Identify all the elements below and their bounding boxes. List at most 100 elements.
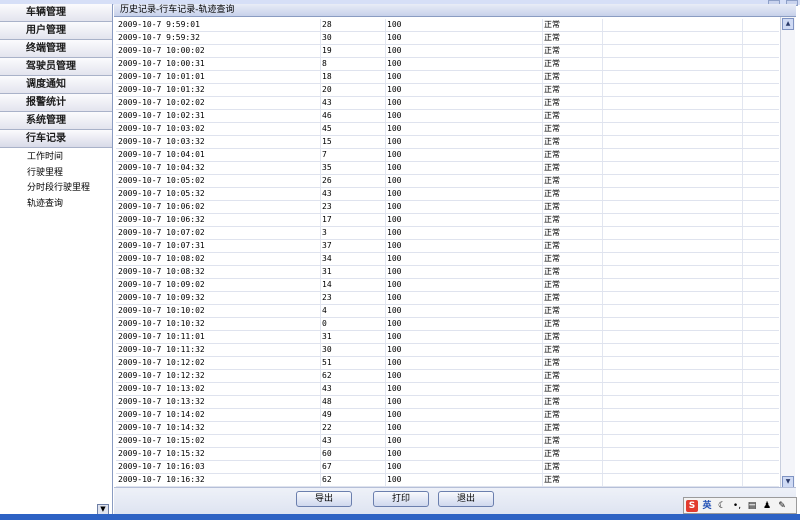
ime-language-toggle[interactable]: 英 <box>701 500 713 512</box>
table-row[interactable]: 2009-10-7 10:16:32 62 100 正常 <box>116 474 779 487</box>
sidebar-item-vehicle-management[interactable]: 车辆管理 <box>0 4 112 22</box>
record-time: 2009-10-7 10:09:02 <box>118 280 205 289</box>
submenu-item-mileage[interactable]: 行驶里程 <box>0 166 112 182</box>
record-value: 100 <box>387 176 402 185</box>
sidebar-item-terminal-management[interactable]: 终端管理 <box>0 40 112 58</box>
table-row[interactable]: 2009-10-7 10:04:32 35 100 正常 <box>116 162 779 175</box>
table-row[interactable]: 2009-10-7 10:08:02 34 100 正常 <box>116 253 779 266</box>
table-row[interactable]: 2009-10-7 10:03:32 15 100 正常 <box>116 136 779 149</box>
record-value: 100 <box>387 202 402 211</box>
record-value: 100 <box>387 449 402 458</box>
record-status: 正常 <box>544 111 560 120</box>
vertical-scrollbar[interactable]: ▲ ▼ <box>780 17 795 489</box>
table-row[interactable]: 2009-10-7 10:15:32 60 100 正常 <box>116 448 779 461</box>
table-row[interactable]: 2009-10-7 10:12:02 51 100 正常 <box>116 357 779 370</box>
table-row[interactable]: 2009-10-7 10:13:32 48 100 正常 <box>116 396 779 409</box>
record-speed: 46 <box>322 111 332 120</box>
record-status: 正常 <box>544 358 560 367</box>
sogou-s-icon[interactable]: S <box>686 499 698 512</box>
table-row[interactable]: 2009-10-7 10:09:02 14 100 正常 <box>116 279 779 292</box>
table-row[interactable]: 2009-10-7 10:06:32 17 100 正常 <box>116 214 779 227</box>
table-row[interactable]: 2009-10-7 10:02:02 43 100 正常 <box>116 97 779 110</box>
record-time: 2009-10-7 10:10:02 <box>118 306 205 315</box>
table-row[interactable]: 2009-10-7 10:07:31 37 100 正常 <box>116 240 779 253</box>
table-row[interactable]: 2009-10-7 10:00:02 19 100 正常 <box>116 45 779 58</box>
record-speed: 30 <box>322 345 332 354</box>
record-time: 2009-10-7 10:00:31 <box>118 59 205 68</box>
record-speed: 51 <box>322 358 332 367</box>
record-status: 正常 <box>544 306 560 315</box>
record-value: 100 <box>387 228 402 237</box>
submenu-item-track-query[interactable]: 轨迹查询 <box>0 197 112 213</box>
record-value: 100 <box>387 319 402 328</box>
table-row[interactable]: 2009-10-7 9:59:01 28 100 正常 <box>116 19 779 32</box>
record-status: 正常 <box>544 423 560 432</box>
record-time: 2009-10-7 10:11:01 <box>118 332 205 341</box>
table-row[interactable]: 2009-10-7 10:16:03 67 100 正常 <box>116 461 779 474</box>
record-speed: 22 <box>322 423 332 432</box>
table-row[interactable]: 2009-10-7 10:07:02 3 100 正常 <box>116 227 779 240</box>
table-row[interactable]: 2009-10-7 10:08:32 31 100 正常 <box>116 266 779 279</box>
table-row[interactable]: 2009-10-7 10:03:02 45 100 正常 <box>116 123 779 136</box>
sidebar-item-system-management[interactable]: 系统管理 <box>0 112 112 130</box>
table-row[interactable]: 2009-10-7 10:05:32 43 100 正常 <box>116 188 779 201</box>
table-row[interactable]: 2009-10-7 10:10:02 4 100 正常 <box>116 305 779 318</box>
table-row[interactable]: 2009-10-7 10:11:32 30 100 正常 <box>116 344 779 357</box>
record-speed: 45 <box>322 124 332 133</box>
wrench-icon[interactable]: ✎ <box>776 500 788 512</box>
table-row[interactable]: 2009-10-7 10:00:31 8 100 正常 <box>116 58 779 71</box>
table-row[interactable]: 2009-10-7 10:15:02 43 100 正常 <box>116 435 779 448</box>
sidebar-item-user-management[interactable]: 用户管理 <box>0 22 112 40</box>
record-value: 100 <box>387 293 402 302</box>
record-value: 100 <box>387 358 402 367</box>
record-time: 2009-10-7 10:12:02 <box>118 358 205 367</box>
submenu-item-period-mileage[interactable]: 分时段行驶里程 <box>0 181 112 197</box>
track-records-table: 2009-10-7 9:59:01 28 100 正常 2009-10-7 9:59:3… <box>116 19 779 487</box>
table-row[interactable]: 2009-10-7 10:11:01 31 100 正常 <box>116 331 779 344</box>
table-row[interactable]: 2009-10-7 10:13:02 43 100 正常 <box>116 383 779 396</box>
table-row[interactable]: 2009-10-7 10:06:02 23 100 正常 <box>116 201 779 214</box>
table-row[interactable]: 2009-10-7 10:04:01 7 100 正常 <box>116 149 779 162</box>
record-speed: 62 <box>322 475 332 484</box>
taskbar <box>0 514 800 520</box>
record-time: 2009-10-7 10:04:32 <box>118 163 205 172</box>
table-row[interactable]: 2009-10-7 10:14:32 22 100 正常 <box>116 422 779 435</box>
record-speed: 43 <box>322 98 332 107</box>
export-button[interactable]: 导出 <box>296 491 352 507</box>
record-value: 100 <box>387 267 402 276</box>
table-row[interactable]: 2009-10-7 9:59:32 30 100 正常 <box>116 32 779 45</box>
print-button[interactable]: 打印 <box>373 491 429 507</box>
record-speed: 14 <box>322 280 332 289</box>
record-time: 2009-10-7 10:03:02 <box>118 124 205 133</box>
scroll-up-icon[interactable]: ▲ <box>782 18 794 30</box>
table-row[interactable]: 2009-10-7 10:10:32 0 100 正常 <box>116 318 779 331</box>
keyboard-icon[interactable]: ▤ <box>746 500 758 512</box>
record-status: 正常 <box>544 449 560 458</box>
record-time: 2009-10-7 10:07:02 <box>118 228 205 237</box>
record-speed: 26 <box>322 176 332 185</box>
table-row[interactable]: 2009-10-7 10:09:32 23 100 正常 <box>116 292 779 305</box>
table-row[interactable]: 2009-10-7 10:05:02 26 100 正常 <box>116 175 779 188</box>
table-row[interactable]: 2009-10-7 10:01:01 18 100 正常 <box>116 71 779 84</box>
sidebar-item-driver-management[interactable]: 驾驶员管理 <box>0 58 112 76</box>
record-speed: 28 <box>322 20 332 29</box>
record-value: 100 <box>387 436 402 445</box>
user-icon[interactable]: ♟ <box>761 500 773 512</box>
table-row[interactable]: 2009-10-7 10:01:32 20 100 正常 <box>116 84 779 97</box>
submenu-item-work-time[interactable]: 工作时间 <box>0 150 112 166</box>
record-time: 2009-10-7 10:08:02 <box>118 254 205 263</box>
record-value: 100 <box>387 59 402 68</box>
sidebar-item-alarm-statistics[interactable]: 报警统计 <box>0 94 112 112</box>
table-row[interactable]: 2009-10-7 10:14:02 49 100 正常 <box>116 409 779 422</box>
table-row[interactable]: 2009-10-7 10:02:31 46 100 正常 <box>116 110 779 123</box>
record-time: 2009-10-7 10:11:32 <box>118 345 205 354</box>
record-status: 正常 <box>544 72 560 81</box>
moon-icon[interactable]: ☾ <box>716 500 728 512</box>
record-status: 正常 <box>544 137 560 146</box>
table-row[interactable]: 2009-10-7 10:12:32 62 100 正常 <box>116 370 779 383</box>
sidebar-item-driving-records[interactable]: 行车记录 <box>0 130 112 148</box>
exit-button[interactable]: 退出 <box>438 491 494 507</box>
punctuation-icon[interactable]: •, <box>731 500 743 512</box>
record-time: 2009-10-7 10:13:02 <box>118 384 205 393</box>
sidebar-item-dispatch-notice[interactable]: 调度通知 <box>0 76 112 94</box>
